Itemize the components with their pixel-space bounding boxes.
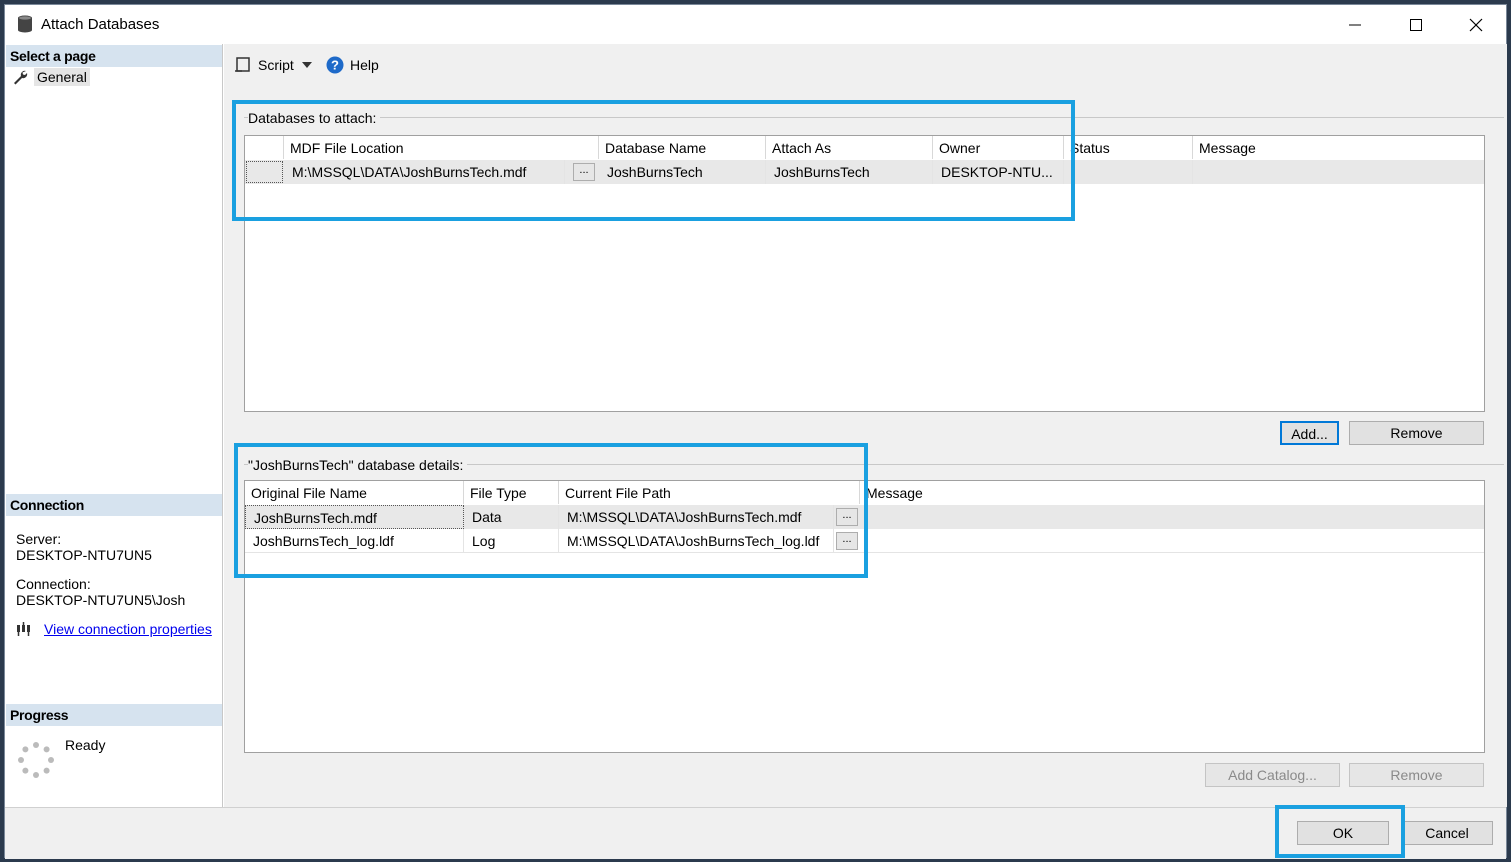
page-item-label: General: [34, 68, 90, 86]
connection-label: Connection:: [16, 576, 91, 592]
connection-value: DESKTOP-NTU7UN5\Josh: [16, 592, 186, 608]
chevron-down-icon: [302, 62, 312, 68]
maximize-icon: [1410, 18, 1422, 31]
table-row[interactable]: JoshBurnsTech.mdf Data M:\MSSQL\DATA\Jos…: [245, 505, 1484, 529]
server-label: Server:: [16, 531, 62, 547]
script-icon: [235, 57, 250, 72]
attach-group-line: [244, 117, 1504, 118]
ok-button[interactable]: OK: [1297, 821, 1389, 845]
database-details-label: "JoshBurnsTech" database details:: [248, 457, 468, 473]
maximize-button[interactable]: [1386, 5, 1446, 44]
details-grid-header: Original File Name File Type Current Fil…: [245, 481, 1484, 504]
left-pane: Select a page General Connection Server:…: [5, 44, 223, 807]
cell-status: [1064, 160, 1193, 184]
minimize-button[interactable]: [1325, 5, 1385, 44]
wrench-icon: [14, 70, 28, 85]
view-connection-properties-link[interactable]: View connection properties: [44, 621, 212, 637]
progress-status: Ready: [65, 737, 106, 753]
remove-file-button[interactable]: Remove: [1349, 763, 1484, 787]
row-header-column: [245, 136, 284, 159]
browse-log-file-button[interactable]: ...: [836, 532, 858, 550]
cell-file-type: Data: [464, 505, 559, 529]
connection-header: Connection: [6, 494, 222, 516]
script-button[interactable]: Script: [234, 56, 294, 74]
help-label: Help: [350, 57, 379, 73]
column-file-type[interactable]: File Type: [464, 481, 559, 504]
column-message[interactable]: Message: [1193, 136, 1484, 159]
column-attach-as[interactable]: Attach As: [766, 136, 933, 159]
cell-mdf-location: M:\MSSQL\DATA\JoshBurnsTech.mdf: [284, 160, 565, 184]
minimize-icon: [1349, 24, 1361, 25]
cell-original-file-name: JoshBurnsTech.mdf: [245, 505, 464, 529]
title-bar: Attach Databases: [5, 5, 1506, 44]
svg-text:?: ?: [331, 58, 339, 73]
table-row[interactable]: JoshBurnsTech_log.ldf Log M:\MSSQL\DATA\…: [245, 529, 1484, 553]
connection-properties-icon: [17, 622, 30, 636]
databases-grid[interactable]: MDF File Location Database Name Attach A…: [244, 135, 1485, 412]
dialog-footer: OK Cancel: [5, 807, 1506, 859]
progress-header: Progress: [6, 704, 222, 726]
cell-file-type: Log: [464, 529, 559, 553]
column-original-file-name[interactable]: Original File Name: [245, 481, 464, 504]
browse-data-file-button[interactable]: ...: [836, 508, 858, 526]
add-catalog-button[interactable]: Add Catalog...: [1205, 763, 1340, 787]
cell-owner[interactable]: DESKTOP-NTU...: [933, 160, 1064, 184]
attach-databases-dialog: Attach Databases Select a page General C…: [4, 4, 1507, 859]
cell-attach-as[interactable]: JoshBurnsTech: [766, 160, 933, 184]
row-selector[interactable]: [246, 161, 283, 183]
table-row[interactable]: M:\MSSQL\DATA\JoshBurnsTech.mdf ... Josh…: [245, 160, 1484, 184]
databases-grid-header: MDF File Location Database Name Attach A…: [245, 136, 1484, 159]
view-connection-properties[interactable]: View connection properties: [16, 621, 212, 637]
right-pane: Script ? Help Databases to attach: MDF F…: [224, 44, 1507, 807]
select-page-header: Select a page: [6, 45, 222, 67]
close-icon: [1469, 18, 1483, 31]
column-mdf-file-location[interactable]: MDF File Location: [284, 136, 599, 159]
database-details-grid[interactable]: Original File Name File Type Current Fil…: [244, 480, 1485, 753]
browse-mdf-button[interactable]: ...: [573, 163, 595, 181]
databases-to-attach-label: Databases to attach:: [248, 110, 381, 126]
cell-details-message: [860, 529, 1484, 553]
window-title: Attach Databases: [41, 16, 160, 33]
cell-message: [1193, 160, 1484, 184]
help-button[interactable]: ? Help: [326, 56, 379, 74]
help-icon: ?: [326, 56, 344, 74]
remove-database-button[interactable]: Remove: [1349, 421, 1484, 445]
column-status[interactable]: Status: [1064, 136, 1193, 159]
close-button[interactable]: [1446, 5, 1506, 44]
toolbar: Script ? Help: [224, 44, 1507, 86]
script-label: Script: [258, 57, 294, 73]
cancel-button[interactable]: Cancel: [1401, 821, 1493, 845]
cell-current-file-path[interactable]: M:\MSSQL\DATA\JoshBurnsTech_log.ldf: [559, 529, 834, 553]
server-value: DESKTOP-NTU7UN5: [16, 547, 152, 563]
column-details-message[interactable]: Message: [860, 481, 1484, 504]
cell-current-file-path[interactable]: M:\MSSQL\DATA\JoshBurnsTech.mdf: [559, 505, 834, 529]
add-button[interactable]: Add...: [1280, 421, 1339, 445]
cell-details-message: [860, 505, 1484, 529]
page-item-general[interactable]: General: [12, 68, 90, 86]
cell-original-file-name: JoshBurnsTech_log.ldf: [245, 529, 464, 553]
column-owner[interactable]: Owner: [933, 136, 1064, 159]
database-icon: [18, 15, 32, 33]
script-dropdown[interactable]: [302, 62, 312, 68]
column-database-name[interactable]: Database Name: [599, 136, 766, 159]
progress-spinner-icon: [18, 742, 54, 778]
column-current-file-path[interactable]: Current File Path: [559, 481, 860, 504]
cell-database-name[interactable]: JoshBurnsTech: [599, 160, 766, 184]
